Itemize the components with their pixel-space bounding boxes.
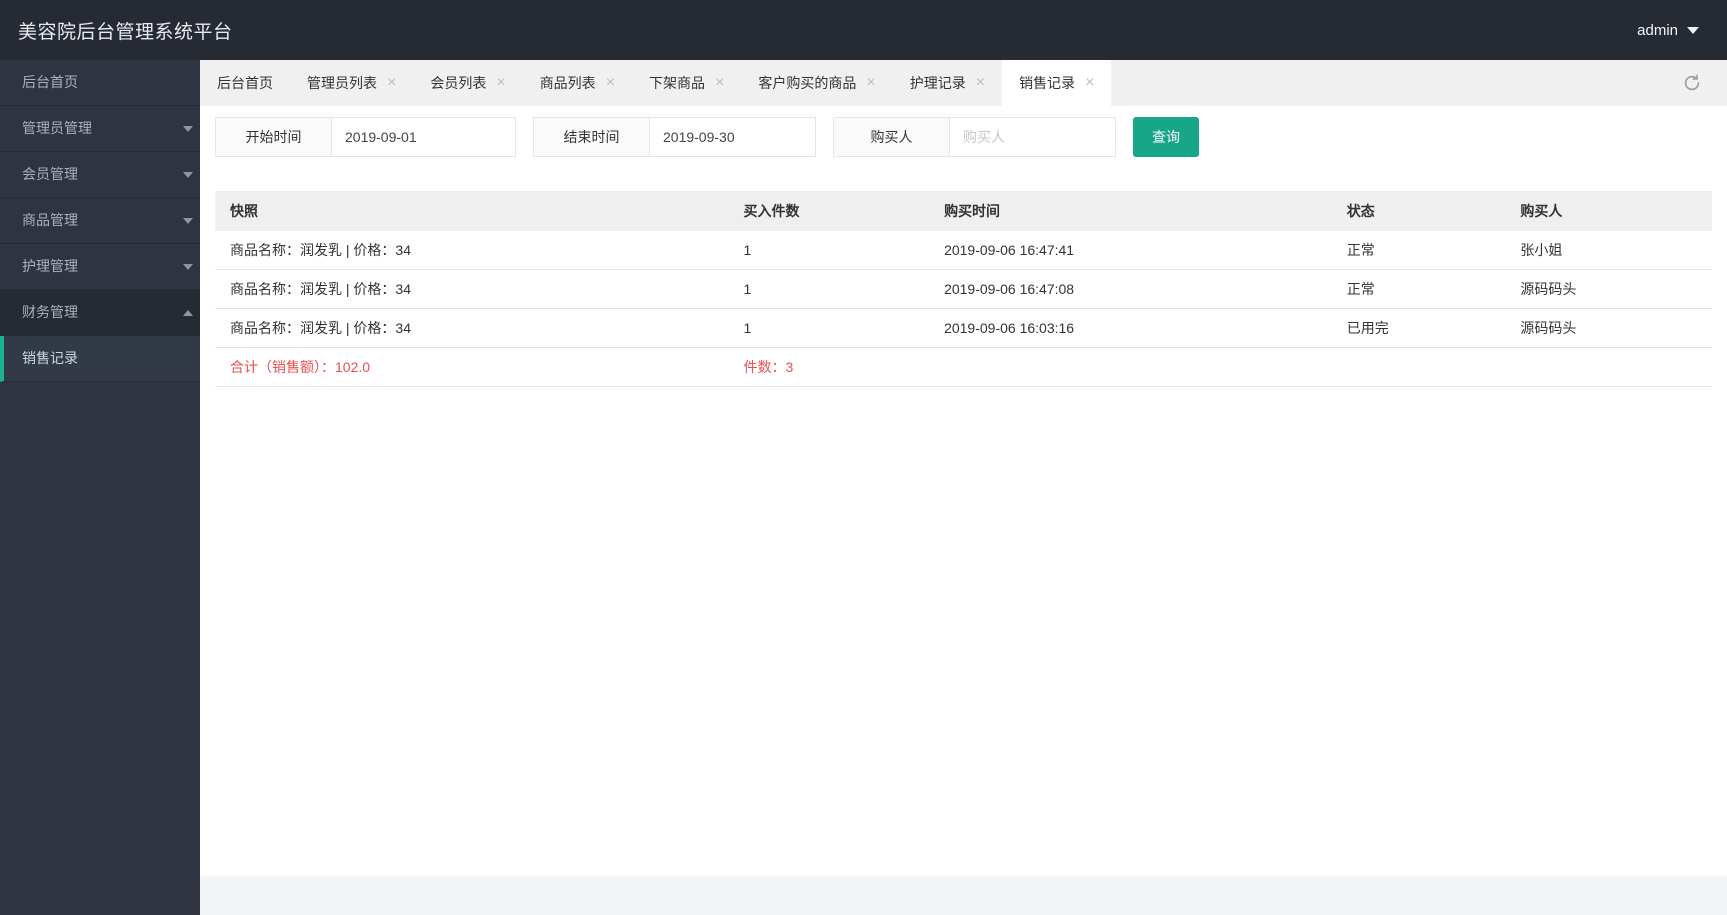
table-cell (1505, 347, 1712, 387)
start-time-label: 开始时间 (215, 117, 331, 157)
tab-label: 会员列表 (430, 75, 487, 91)
chevron-down-icon (183, 171, 193, 178)
tab-bar: 后台首页 管理员列表 × 会员列表 × 商品列表 × 下架商品 × 客户购买的商品 × 护理记录 × 销售… (200, 60, 1727, 106)
sidebar-item-商品管理[interactable]: 商品管理 (0, 198, 200, 244)
chevron-down-icon (183, 217, 193, 224)
column-header: 购买时间 (929, 191, 1332, 231)
sidebar-item-label: 销售记录 (22, 350, 78, 366)
summary-row: 合计（销售额）：102.0 件数：3 (215, 347, 1712, 387)
table-cell (1331, 347, 1506, 387)
sales-table-wrap: 快照 买入件数 购买时间 状态 购买人 商品名称：润发乳 | 价格：34 1 2019-09… (215, 191, 1712, 387)
tab-会员列表[interactable]: 会员列表 × (413, 60, 522, 106)
tab-label: 后台首页 (217, 75, 273, 91)
tab-客户购买的商品[interactable]: 客户购买的商品 × (741, 60, 892, 106)
chevron-up-icon (183, 309, 193, 316)
tab-管理员列表[interactable]: 管理员列表 × (290, 60, 413, 106)
table-cell: 商品名称：润发乳 | 价格：34 (215, 308, 729, 348)
user-name: admin (1637, 21, 1678, 39)
tab-下架商品[interactable]: 下架商品 × (632, 60, 741, 106)
sidebar-item-label: 护理管理 (22, 258, 78, 274)
sidebar-item-label: 会员管理 (22, 166, 78, 182)
chevron-down-icon (183, 263, 193, 270)
table-header-row: 快照 买入件数 购买时间 状态 购买人 (215, 191, 1712, 231)
start-time-group: 开始时间 (215, 117, 516, 157)
column-header: 状态 (1331, 191, 1506, 231)
table-row: 商品名称：润发乳 | 价格：34 1 2019-09-06 16:03:16 已用完源… (215, 308, 1712, 348)
tab-label: 客户购买的商品 (758, 75, 857, 91)
end-time-group: 结束时间 (533, 117, 816, 157)
sidebar-item-label: 后台首页 (22, 74, 78, 90)
table-cell: 源码码头 (1505, 269, 1712, 309)
column-header: 买入件数 (728, 191, 930, 231)
user-menu[interactable]: admin (1637, 22, 1699, 39)
close-icon[interactable]: × (976, 75, 985, 91)
tab-label: 销售记录 (1019, 75, 1076, 91)
end-time-label: 结束时间 (533, 117, 649, 157)
chevron-down-icon (1687, 26, 1699, 34)
buyer-group: 购买人 (833, 117, 1116, 157)
sidebar-item-后台首页[interactable]: 后台首页 (0, 60, 200, 106)
table-row: 商品名称：润发乳 | 价格：34 1 2019-09-06 16:47:41 正常 张小… (215, 230, 1712, 270)
table-cell (929, 347, 1332, 387)
search-button[interactable]: 查询 (1133, 117, 1199, 157)
table-cell: 商品名称：润发乳 | 价格：34 (215, 230, 729, 270)
column-header: 快照 (215, 191, 729, 231)
sidebar-item-护理管理[interactable]: 护理管理 (0, 244, 200, 290)
tab-label: 管理员列表 (307, 75, 377, 91)
sidebar-item-管理员管理[interactable]: 管理员管理 (0, 106, 200, 152)
sidebar-item-财务管理[interactable]: 财务管理 (0, 290, 200, 336)
tab-护理记录[interactable]: 护理记录 × (893, 60, 1002, 106)
summary-total: 合计（销售额）：102.0 (215, 347, 729, 387)
table-cell: 2019-09-06 16:47:08 (929, 269, 1332, 309)
buyer-label: 购买人 (833, 117, 949, 157)
tabs: 后台首页 管理员列表 × 会员列表 × 商品列表 × 下架商品 × 客户购买的商品 × 护理记录 × 销售… (200, 60, 1112, 106)
tab-label: 下架商品 (649, 75, 706, 91)
filter-form: 开始时间 结束时间 购买人 查询 (215, 117, 1712, 157)
sales-table: 快照 买入件数 购买时间 状态 购买人 商品名称：润发乳 | 价格：34 1 2019-09… (215, 191, 1712, 387)
app-header: 美容院后台管理系统平台 admin (0, 0, 1727, 60)
tab-后台首页[interactable]: 后台首页 (200, 60, 290, 106)
table-cell: 2019-09-06 16:47:41 (929, 230, 1332, 270)
summary-count: 件数：3 (728, 347, 930, 387)
sidebar-item-label: 管理员管理 (22, 120, 92, 136)
table-row: 商品名称：润发乳 | 价格：34 1 2019-09-06 16:47:08 正常 源码… (215, 269, 1712, 309)
tab-label: 商品列表 (539, 75, 596, 91)
app-title: 美容院后台管理系统平台 (18, 21, 233, 43)
end-time-input[interactable] (649, 117, 816, 157)
table-cell: 正常 (1331, 269, 1506, 309)
table-cell: 已用完 (1331, 308, 1506, 348)
start-time-input[interactable] (331, 117, 516, 157)
tab-label: 护理记录 (909, 75, 966, 91)
sidebar-item-label: 商品管理 (22, 212, 78, 228)
table-cell: 1 (728, 308, 930, 348)
column-header: 购买人 (1505, 191, 1712, 231)
close-icon[interactable]: × (496, 75, 505, 91)
sidebar-menu: 后台首页管理员管理会员管理商品管理护理管理财务管理销售记录 (0, 60, 200, 382)
close-icon[interactable]: × (1085, 75, 1094, 91)
table-cell: 商品名称：润发乳 | 价格：34 (215, 269, 729, 309)
tab-商品列表[interactable]: 商品列表 × (523, 60, 632, 106)
table-cell: 正常 (1331, 230, 1506, 270)
close-icon[interactable]: × (866, 75, 875, 91)
buyer-input[interactable] (949, 117, 1116, 157)
table-cell: 1 (728, 269, 930, 309)
sidebar-item-销售记录[interactable]: 销售记录 (0, 336, 200, 382)
sidebar-item-会员管理[interactable]: 会员管理 (0, 152, 200, 198)
refresh-icon[interactable] (1683, 74, 1701, 92)
sidebar-item-label: 财务管理 (22, 304, 78, 320)
main-area: 后台首页 管理员列表 × 会员列表 × 商品列表 × 下架商品 × 客户购买的商品 × 护理记录 × 销售… (200, 60, 1727, 915)
table-cell: 源码码头 (1505, 308, 1712, 348)
table-cell: 张小姐 (1505, 230, 1712, 270)
content-panel: 开始时间 结束时间 购买人 查询 快照买入件数购买时间状态购买人 商品名称：润发… (200, 106, 1727, 876)
table-cell: 1 (728, 230, 930, 270)
chevron-down-icon (183, 125, 193, 132)
close-icon[interactable]: × (606, 75, 615, 91)
sidebar: 后台首页管理员管理会员管理商品管理护理管理财务管理销售记录 (0, 60, 200, 915)
close-icon[interactable]: × (387, 75, 396, 91)
table-cell: 2019-09-06 16:03:16 (929, 308, 1332, 348)
tab-销售记录[interactable]: 销售记录 × (1002, 60, 1112, 106)
close-icon[interactable]: × (715, 75, 724, 91)
